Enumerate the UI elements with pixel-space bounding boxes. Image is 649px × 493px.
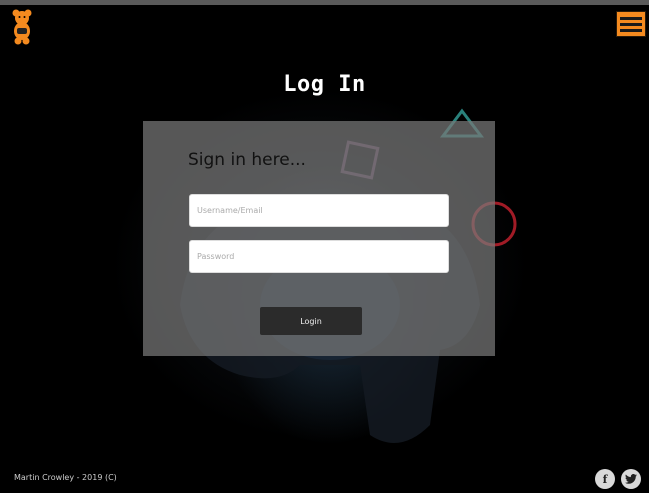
hamburger-menu-button[interactable] xyxy=(616,11,646,37)
login-panel: Sign in here... Login xyxy=(143,121,495,356)
login-button[interactable]: Login xyxy=(260,307,362,335)
teddy-bear-logo-icon[interactable] xyxy=(11,9,33,45)
page-title: Log In xyxy=(283,72,366,97)
login-heading: Sign in here... xyxy=(188,150,306,170)
hamburger-menu-icon xyxy=(620,16,642,20)
facebook-icon[interactable]: f xyxy=(595,469,615,489)
twitter-bird-icon xyxy=(625,474,637,484)
username-email-input[interactable] xyxy=(189,194,449,227)
twitter-icon[interactable] xyxy=(621,469,641,489)
footer-copyright: Martin Crowley - 2019 (C) xyxy=(14,473,117,482)
password-input[interactable] xyxy=(189,240,449,273)
